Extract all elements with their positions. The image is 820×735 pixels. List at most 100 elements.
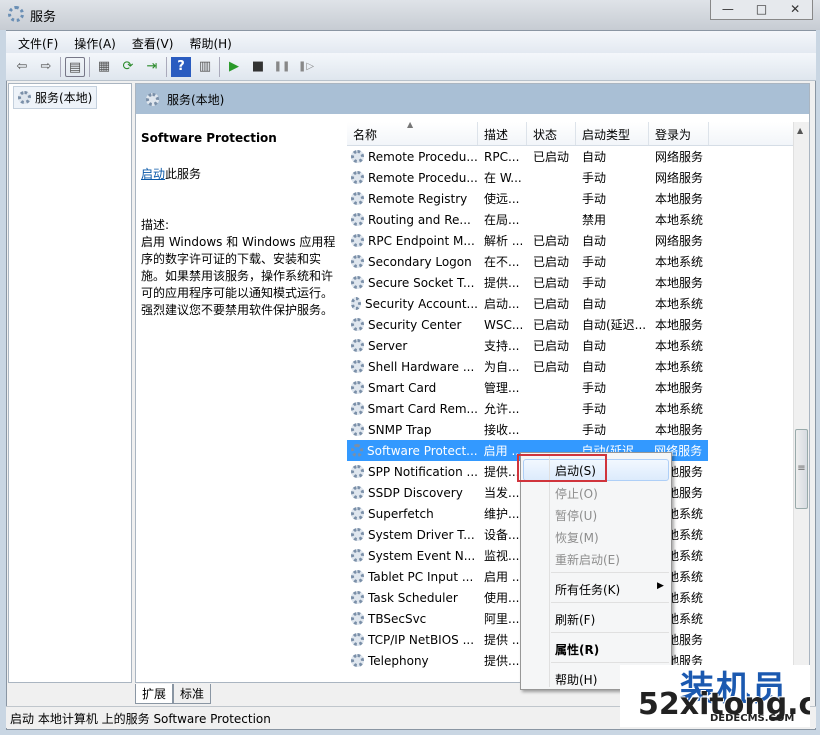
service-name-text: Telephony <box>368 653 429 668</box>
scroll-up-icon[interactable]: ▲ <box>797 126 803 135</box>
menu-item-restart[interactable]: 重新启动(E) <box>555 551 620 568</box>
service-name-text: Remote Procedu... <box>368 149 478 164</box>
export-icon[interactable]: ⇥ <box>142 57 162 77</box>
column-header-description[interactable]: 描述 <box>478 122 527 145</box>
service-status: 已启动 <box>533 234 570 248</box>
menu-item-help[interactable]: 帮助(H) <box>555 671 597 688</box>
menu-item-all-tasks[interactable]: 所有任务(K) <box>555 581 620 598</box>
forward-icon[interactable]: ⇨ <box>36 57 56 77</box>
start-service-link[interactable]: 启动 <box>141 167 165 181</box>
service-name: System Event N... <box>347 549 478 563</box>
menu-file[interactable]: 文件(F) <box>18 31 66 53</box>
table-row[interactable]: Remote Procedu... RPC... 已启动 自动 网络服务 <box>347 146 794 167</box>
service-name-text: Server <box>368 338 408 353</box>
tree-item-label: 服务(本地) <box>35 91 93 105</box>
service-name: Smart Card Rem... <box>347 402 478 416</box>
table-row[interactable]: Secondary Logon 在不... 已启动 手动 本地系统 <box>347 251 794 272</box>
menu-item-pause[interactable]: 暂停(U) <box>555 507 597 524</box>
table-row[interactable]: Routing and Re... 在局... 禁用 本地系统 <box>347 209 794 230</box>
menu-item-stop[interactable]: 停止(O) <box>555 485 598 502</box>
stop-service-icon[interactable]: ■ <box>248 57 268 77</box>
minimize-button[interactable]: — <box>711 0 745 19</box>
service-gear-icon <box>351 444 364 457</box>
menu-view[interactable]: 查看(V) <box>132 31 182 53</box>
service-name-text: Smart Card <box>368 380 437 395</box>
table-row[interactable]: RPC Endpoint M... 解析 ... 已启动 自动 网络服务 <box>347 230 794 251</box>
service-description: 允许... <box>484 402 520 416</box>
table-row[interactable]: Remote Registry 使远... 手动 本地服务 <box>347 188 794 209</box>
service-gear-icon <box>351 213 364 226</box>
service-gear-icon <box>351 591 364 604</box>
table-row[interactable]: Smart Card Rem... 允许... 手动 本地系统 <box>347 398 794 419</box>
services-app-icon <box>8 6 24 22</box>
service-name: Tablet PC Input ... <box>347 570 478 584</box>
service-name-text: SNMP Trap <box>368 422 432 437</box>
service-log-on-as: 本地服务 <box>655 276 704 290</box>
service-startup-type: 自动(延迟... <box>582 318 647 332</box>
service-name-text: TBSecSvc <box>368 611 427 626</box>
back-icon[interactable]: ⇦ <box>12 57 32 77</box>
service-gear-icon <box>351 486 364 499</box>
column-header-startup-type[interactable]: 启动类型 <box>576 122 649 145</box>
service-details: Software Protection 启动此服务 描述: 启用 Windows… <box>141 130 341 319</box>
pause-service-icon[interactable]: ❚❚ <box>272 57 292 77</box>
service-name-text: Remote Registry <box>368 191 468 206</box>
tab-extended[interactable]: 扩展 <box>135 684 174 704</box>
service-gear-icon <box>351 150 364 163</box>
service-log-on-as: 本地服务 <box>655 318 704 332</box>
tab-standard[interactable]: 标准 <box>173 684 212 704</box>
tree-item-services-local[interactable]: 服务(本地) <box>13 86 98 109</box>
menu-gutter <box>549 455 550 687</box>
table-row[interactable]: Shell Hardware ... 为自... 已启动 自动 本地系统 <box>347 356 794 377</box>
table-row[interactable]: SNMP Trap 接收... 手动 本地服务 <box>347 419 794 440</box>
service-startup-type: 手动 <box>582 171 607 185</box>
start-service-icon[interactable]: ▶ <box>224 57 244 77</box>
service-startup-type: 手动 <box>582 276 607 290</box>
context-menu: 启动(S) 停止(O) 暂停(U) 恢复(M) 重新启动(E) 所有任务(K) … <box>520 452 672 690</box>
service-name: RPC Endpoint M... <box>347 234 478 248</box>
service-description: 接收... <box>484 423 520 437</box>
menu-separator <box>551 632 669 633</box>
service-name: Smart Card <box>347 381 478 395</box>
table-row[interactable]: Server 支持... 已启动 自动 本地系统 <box>347 335 794 356</box>
table-row[interactable]: Security Center WSC... 已启动 自动(延迟... 本地服务 <box>347 314 794 335</box>
column-header-name[interactable]: 名称 ▲ <box>347 122 478 145</box>
maximize-button[interactable]: □ <box>745 0 779 19</box>
close-button[interactable]: ✕ <box>778 0 812 19</box>
menu-item-properties[interactable]: 属性(R) <box>555 641 599 658</box>
menu-help[interactable]: 帮助(H) <box>189 31 239 53</box>
service-gear-icon <box>351 318 364 331</box>
service-log-on-as: 本地系统 <box>655 339 704 353</box>
service-description: WSC... <box>484 317 524 332</box>
menu-action[interactable]: 操作(A) <box>74 31 124 53</box>
start-link-suffix: 此服务 <box>165 167 202 181</box>
service-gear-icon <box>351 654 364 667</box>
service-description: 使远... <box>484 192 520 206</box>
service-startup-type: 自动 <box>582 360 607 374</box>
resume-service-icon[interactable]: ❚▷ <box>296 57 316 77</box>
column-header-log-on-as[interactable]: 登录为 <box>649 122 709 145</box>
column-header-status[interactable]: 状态 <box>527 122 576 145</box>
menu-item-resume[interactable]: 恢复(M) <box>555 529 599 546</box>
show-hide-tree-icon[interactable]: ▤ <box>65 56 85 77</box>
table-row[interactable]: Security Account... 启动... 已启动 自动 本地系统 <box>347 293 794 314</box>
gear-icon <box>18 91 31 104</box>
menu-item-refresh[interactable]: 刷新(F) <box>555 611 595 628</box>
service-description: 为自... <box>484 360 520 374</box>
toolbar-separator <box>89 56 90 77</box>
table-row[interactable]: Smart Card 管理... 手动 本地服务 <box>347 377 794 398</box>
properties-icon[interactable]: ▦ <box>94 57 114 77</box>
table-row[interactable]: Secure Socket T... 提供... 已启动 手动 本地服务 <box>347 272 794 293</box>
service-name-text: Software Protect... <box>367 443 478 458</box>
vertical-scrollbar[interactable]: ▲ ≡ <box>793 122 809 682</box>
service-gear-icon <box>351 381 364 394</box>
table-row[interactable]: Remote Procedu... 在 W... 手动 网络服务 <box>347 167 794 188</box>
refresh-icon[interactable]: ⟳ <box>118 57 138 77</box>
scrollbar-thumb[interactable]: ≡ <box>795 429 808 509</box>
help-icon[interactable]: ? <box>171 56 191 77</box>
service-gear-icon <box>351 423 364 436</box>
action-pane-icon[interactable]: ▥ <box>195 57 215 77</box>
service-log-on-as: 本地系统 <box>655 255 704 269</box>
service-startup-type: 手动 <box>582 402 607 416</box>
service-name-text: System Event N... <box>368 548 476 563</box>
